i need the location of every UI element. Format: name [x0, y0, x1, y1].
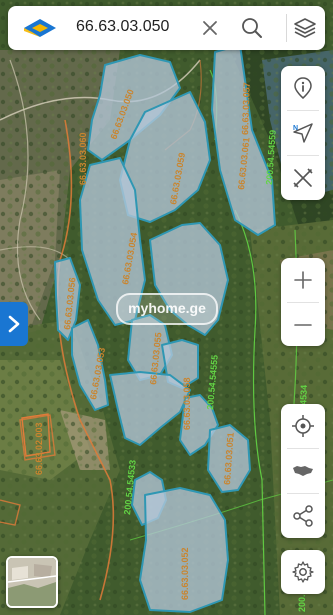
parcel-label: 66.63.02.003	[34, 422, 44, 475]
zoom-panel	[281, 258, 325, 346]
layers-icon[interactable]	[293, 16, 317, 40]
panel-divider	[287, 155, 319, 156]
info-pin-icon[interactable]	[291, 76, 315, 100]
parcel-label: 66.63.03.060	[78, 132, 88, 185]
search-bar: 66.63.03.050	[8, 6, 325, 50]
settings-button[interactable]	[281, 550, 325, 594]
basemap-preview	[8, 558, 56, 606]
map-actions-panel	[281, 404, 325, 538]
panel-divider	[287, 110, 319, 111]
minus-icon[interactable]	[291, 313, 315, 337]
svg-text:N: N	[293, 125, 298, 132]
ruler-pencil-tools-icon[interactable]	[291, 166, 315, 190]
panel-divider	[287, 493, 319, 494]
share-icon[interactable]	[291, 504, 315, 528]
crosshair-location-icon[interactable]	[291, 414, 315, 438]
search-icon[interactable]	[240, 16, 264, 40]
myhome-logo-icon[interactable]	[22, 16, 58, 40]
parcel-label: 66.63.03.057	[240, 82, 252, 135]
close-icon[interactable]	[198, 16, 222, 40]
search-input[interactable]: 66.63.03.050	[76, 18, 169, 36]
basemap-thumbnail[interactable]	[6, 556, 58, 608]
georgia-map-icon[interactable]	[291, 459, 315, 483]
sidebar-expand-button[interactable]	[0, 302, 28, 346]
navigation-arrow-icon[interactable]: N	[291, 121, 315, 145]
panel-divider	[287, 448, 319, 449]
map-tools-panel: N	[281, 66, 325, 200]
chevron-right-icon	[8, 315, 20, 333]
panel-divider	[287, 302, 319, 303]
plus-icon[interactable]	[291, 268, 315, 292]
search-divider	[286, 14, 287, 42]
watermark-text: myhome.ge	[128, 300, 206, 316]
parcel-label: 66.63.03.058	[182, 377, 192, 430]
gear-icon[interactable]	[291, 560, 315, 584]
parcel-label: 66.63.03.052	[180, 547, 190, 600]
myhome-watermark: myhome.ge	[116, 293, 218, 325]
